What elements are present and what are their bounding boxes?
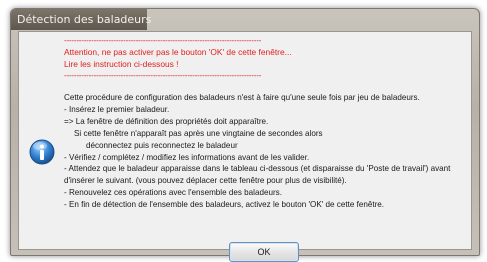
instruction-line: - Vérifiez / complétez / modifiez les in… bbox=[64, 152, 310, 162]
window-title: Détection des baladeurs bbox=[17, 13, 152, 26]
warning-block: ----------------------------------------… bbox=[64, 32, 292, 80]
ok-button[interactable]: OK bbox=[229, 242, 299, 262]
instruction-line: déconnectez puis reconnectez le baladeur bbox=[86, 140, 238, 150]
instruction-line: Cette procédure de configuration des bal… bbox=[64, 93, 420, 102]
instruction-line: => La fenêtre de définition des propriét… bbox=[64, 116, 269, 126]
instruction-line: - En fin de détection de l'ensemble des … bbox=[64, 200, 385, 210]
instruction-line: d'insérer le suivant. (vous pouvez dépla… bbox=[64, 176, 347, 186]
instructions-text: Cette procédure de configuration des bal… bbox=[64, 92, 470, 211]
title-tab: Détection des baladeurs bbox=[11, 9, 151, 30]
dialog-window: Détection des baladeurs ----------------… bbox=[10, 8, 480, 262]
instruction-line: - Renouvelez ces opérations avec l'ensem… bbox=[64, 188, 282, 198]
instruction-line: - Attendez que le baladeur apparaisse da… bbox=[64, 164, 451, 174]
dialog-content: ----------------------------------------… bbox=[18, 31, 472, 262]
instruction-line: Si cette fenêtre n'apparaît pas après un… bbox=[74, 128, 323, 138]
warning-rule-top: ----------------------------------------… bbox=[64, 36, 262, 45]
instruction-line: - Insérez le premier baladeur. bbox=[64, 104, 170, 114]
info-icon bbox=[29, 139, 55, 165]
warning-line-2: Lire les instruction ci-dessous ! bbox=[64, 59, 179, 69]
title-bar[interactable]: Détection des baladeurs bbox=[11, 9, 479, 31]
warning-line-1: Attention, ne pas activer pas le bouton … bbox=[64, 47, 292, 57]
warning-rule-bottom: ----------------------------------------… bbox=[64, 71, 262, 80]
